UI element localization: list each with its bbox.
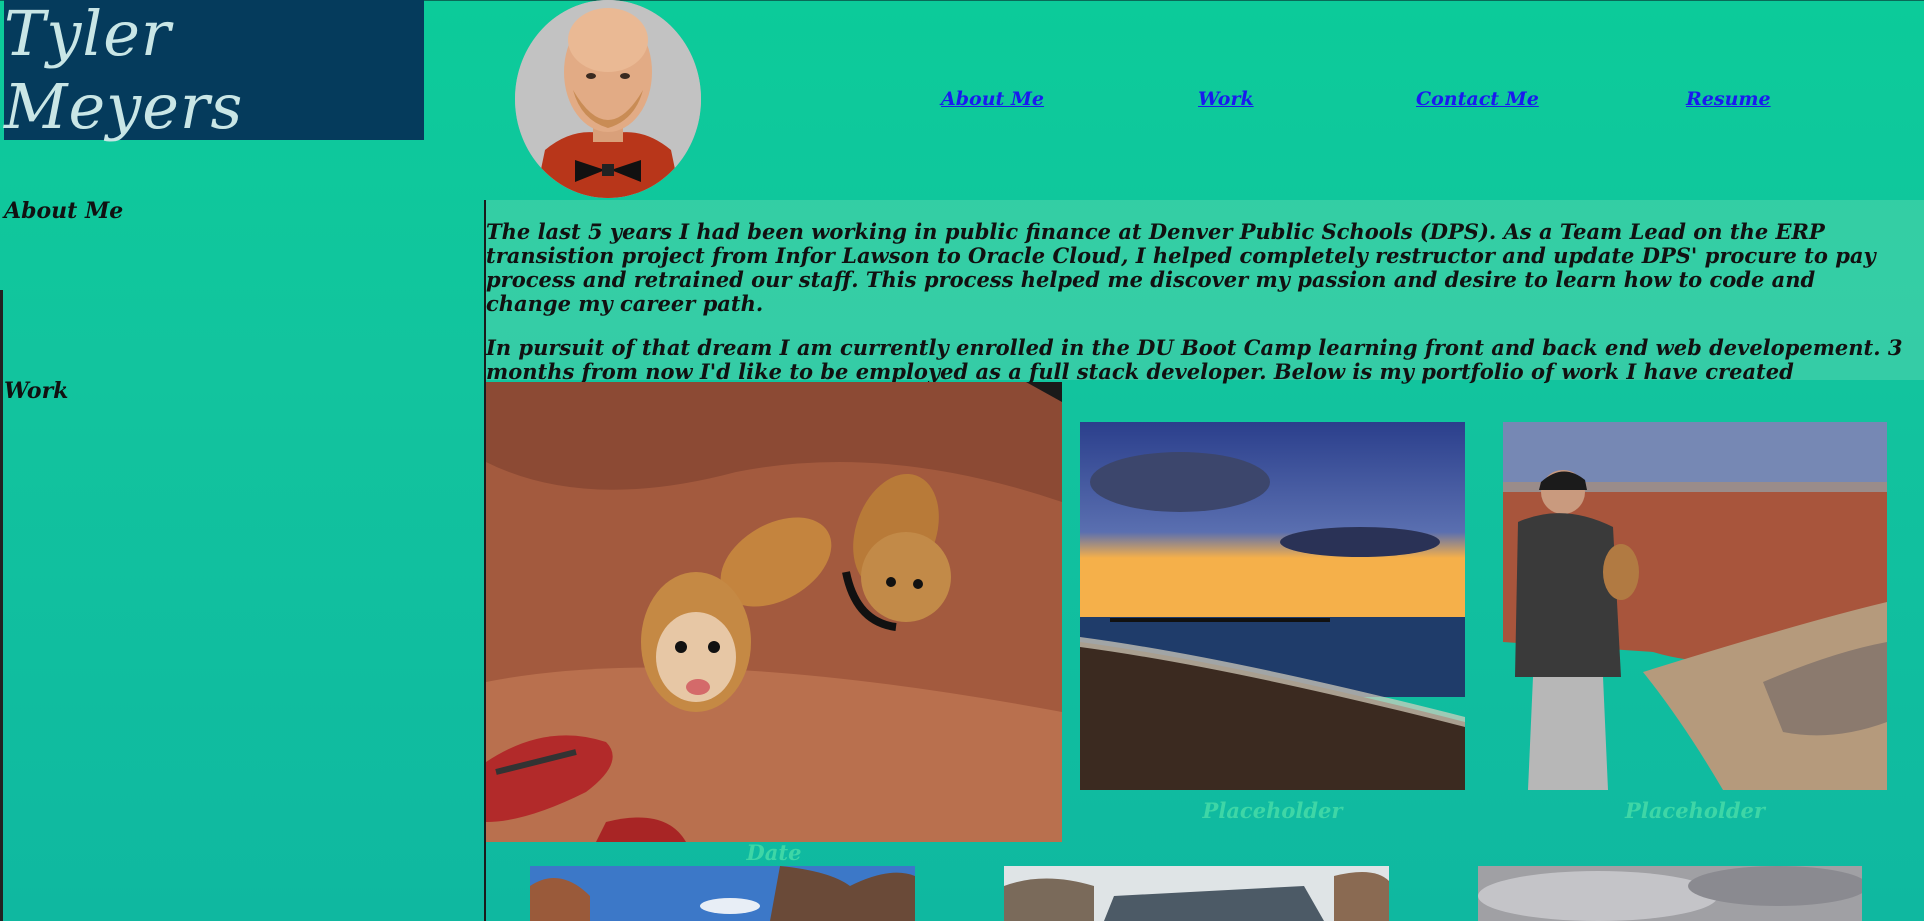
work-photo-dogs[interactable] [486,382,1062,842]
work-photo-beach[interactable] [1080,422,1465,790]
main-nav: About Me Work Contact Me Resume [0,88,1924,118]
work-photo-rocks[interactable] [530,866,915,921]
work-photo-canyon[interactable] [1503,422,1887,790]
canyon-overlook-image [1503,422,1887,790]
work-photo-clouds[interactable] [1478,866,1862,921]
site-title: Tyler Meyers [4,0,244,143]
rocks-sky-image [530,866,915,921]
nav-link-work[interactable]: Work [1198,88,1254,110]
sidebar-work-heading: Work [4,378,69,404]
sidebar-about-heading: About Me [4,198,124,224]
beach-sunset-image [1080,422,1465,790]
work-caption-2: Placeholder [1202,798,1343,823]
about-paragraph-1: The last 5 years I had been working in p… [486,219,1876,316]
dogs-on-rock-image [486,382,1062,842]
work-caption-1: Date [746,840,802,865]
site-title-block: Tyler Meyers [4,0,424,143]
left-edge [0,290,3,921]
nav-link-about[interactable]: About Me [941,88,1044,110]
cloudy-sky-image [1478,866,1862,921]
jeep-image [1004,866,1389,921]
work-caption-3: Placeholder [1625,798,1765,823]
work-photo-jeep[interactable] [1004,866,1389,921]
nav-link-resume[interactable]: Resume [1686,88,1771,110]
nav-link-contact[interactable]: Contact Me [1416,88,1539,110]
